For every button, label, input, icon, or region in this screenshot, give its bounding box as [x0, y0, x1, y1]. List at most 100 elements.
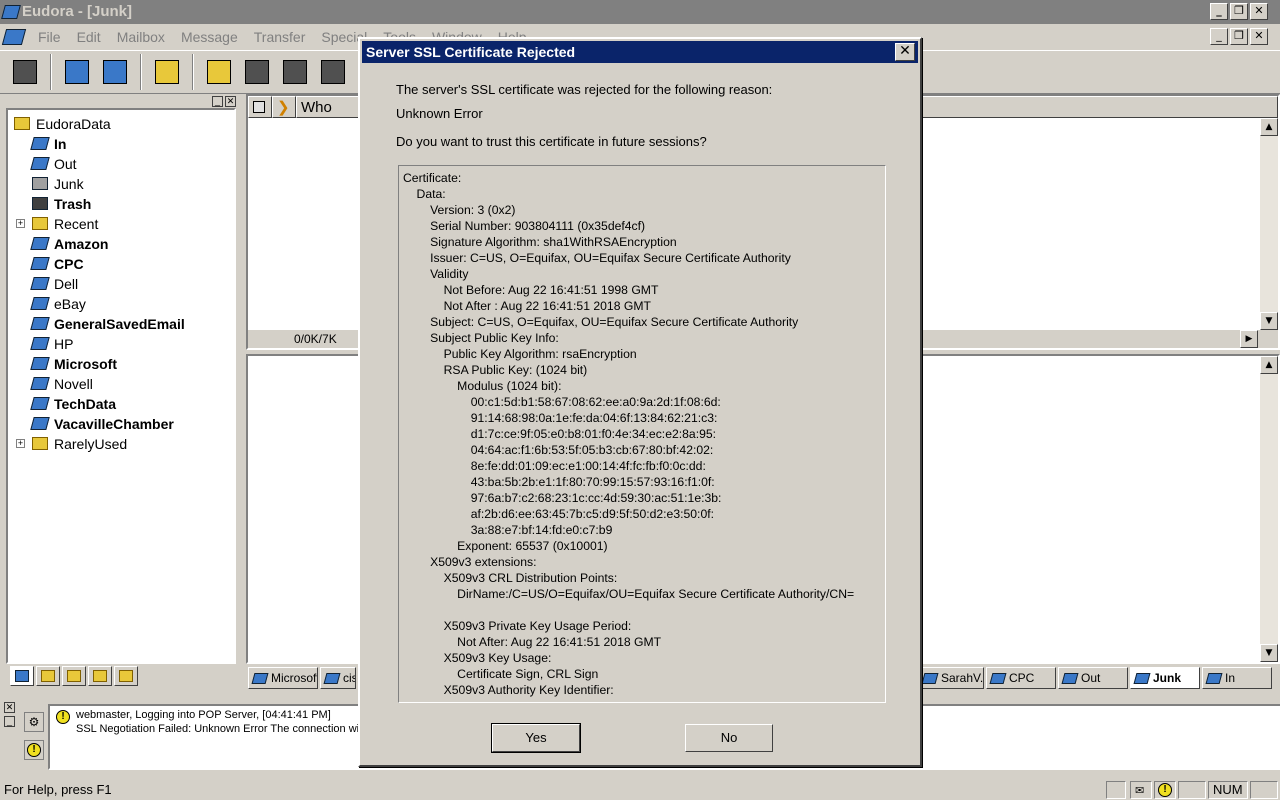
- tab-personalities[interactable]: [114, 666, 138, 686]
- certificate-line: Not After: Aug 22 16:41:51 2018 GMT: [403, 635, 662, 649]
- status-warning-cell[interactable]: !: [1154, 781, 1176, 799]
- mailbox-tab-label: CPC: [1009, 671, 1035, 685]
- certificate-details[interactable]: Certificate: Data: Version: 3 (0x2) Seri…: [398, 165, 886, 703]
- mailbox-icon: [30, 277, 50, 290]
- pane-close-button[interactable]: ✕: [225, 96, 236, 107]
- column-status[interactable]: [248, 96, 272, 118]
- status-column-icon: [253, 101, 265, 113]
- rejection-intro-text: The server's SSL certificate was rejecte…: [396, 82, 773, 97]
- trust-question-text: Do you want to trust this certificate in…: [396, 134, 707, 149]
- dialog-close-button[interactable]: ✕: [895, 43, 915, 61]
- preview-scrollbar[interactable]: ▲ ▼: [1260, 356, 1278, 662]
- tab-stationery[interactable]: [88, 666, 112, 686]
- doc-close-button[interactable]: ✕: [1250, 28, 1268, 45]
- scroll-down-button[interactable]: ▼: [1260, 312, 1278, 330]
- scroll-up-button[interactable]: ▲: [1260, 118, 1278, 136]
- mailbox-label: GeneralSavedEmail: [54, 316, 185, 332]
- mailbox-tab-cis[interactable]: cis: [320, 667, 356, 689]
- certificate-text: Certificate: Data: Version: 3 (0x2) Seri…: [403, 170, 854, 698]
- certificate-line: 04:64:ac:f1:6b:53:5f:05:b3:cb:67:80:bf:4…: [403, 443, 714, 457]
- expand-toggle[interactable]: +: [16, 219, 25, 228]
- mailbox-label: Recent: [54, 216, 99, 232]
- folder-pane-tabs: [10, 666, 138, 686]
- reply-button[interactable]: [240, 55, 274, 89]
- doc-minimize-button[interactable]: _: [1210, 28, 1228, 45]
- mailbox-tab-microsoft[interactable]: Microsoft: [248, 667, 318, 689]
- doc-restore-button[interactable]: ❐: [1230, 28, 1248, 45]
- preview-scroll-up-button[interactable]: ▲: [1260, 356, 1278, 374]
- menu-mailbox[interactable]: Mailbox: [109, 29, 173, 45]
- task-status-tab[interactable]: ⚙: [24, 712, 44, 732]
- mailbox-tab[interactable]: SarahV...: [918, 667, 984, 689]
- task-pane-close-button[interactable]: ✕: [4, 702, 15, 713]
- stationery-tab-icon: [93, 670, 107, 682]
- task-pane-minimize-button[interactable]: _: [4, 716, 15, 727]
- mailbox-tab[interactable]: Junk: [1130, 667, 1200, 689]
- mailbox-tab[interactable]: In: [1202, 667, 1272, 689]
- folder-icon: [14, 117, 30, 130]
- mailbox-tabs-right: SarahV... CPC Out Junk In: [918, 667, 1272, 689]
- reply-all-button[interactable]: [278, 55, 312, 89]
- message-list-scrollbar[interactable]: ▲ ▼: [1260, 118, 1278, 330]
- preview-scroll-down-button[interactable]: ▼: [1260, 644, 1278, 662]
- forward-icon: [321, 60, 345, 84]
- new-message-icon: [207, 60, 231, 84]
- tab-filemail[interactable]: [36, 666, 60, 686]
- new-message-button[interactable]: [202, 55, 236, 89]
- mailbox-icon: [323, 672, 341, 684]
- app-title-bar[interactable]: Eudora - [Junk] _ ❐ ✕: [0, 0, 1280, 24]
- mailbox-icon: [30, 337, 50, 350]
- mailbox-label: Junk: [54, 176, 84, 192]
- close-button[interactable]: ✕: [1250, 3, 1268, 20]
- mailbox-label: Out: [54, 156, 77, 172]
- restore-button[interactable]: ❐: [1230, 3, 1248, 20]
- mailbox-icon: [1205, 672, 1223, 684]
- toolbar-separator: [50, 54, 52, 90]
- check-mail-button[interactable]: [150, 55, 184, 89]
- dialog-title-bar[interactable]: Server SSL Certificate Rejected ✕: [362, 41, 918, 63]
- warning-icon: !: [27, 743, 41, 757]
- pane-minimize-button[interactable]: _: [212, 96, 223, 107]
- forward-button[interactable]: [316, 55, 350, 89]
- menu-message[interactable]: Message: [173, 29, 246, 45]
- certificate-line: af:2b:d6:ee:63:45:7b:c5:d9:5f:50:d2:e3:5…: [403, 507, 714, 521]
- no-button[interactable]: No: [685, 724, 773, 752]
- menu-edit[interactable]: Edit: [69, 29, 109, 45]
- mailbox-label: Amazon: [54, 236, 109, 252]
- column-priority[interactable]: ❯: [272, 96, 296, 118]
- certificate-line: X509v3 extensions:: [403, 555, 537, 569]
- outbox-icon: [103, 60, 127, 84]
- menu-transfer[interactable]: Transfer: [246, 29, 314, 45]
- yes-button[interactable]: Yes: [491, 723, 581, 753]
- tab-signatures[interactable]: [62, 666, 86, 686]
- certificate-line: Certificate:: [403, 171, 462, 185]
- reply-icon: [245, 60, 269, 84]
- mailbox-icon: [989, 672, 1007, 684]
- expand-toggle[interactable]: +: [16, 439, 25, 448]
- task-error-tab[interactable]: !: [24, 740, 44, 760]
- folder-icon: [32, 217, 48, 230]
- delete-button[interactable]: [8, 55, 42, 89]
- menu-file[interactable]: File: [30, 29, 69, 45]
- column-who-label: Who: [301, 98, 332, 116]
- document-menu-icon[interactable]: [1, 28, 27, 45]
- mailbox-tab-label: cis: [343, 671, 355, 685]
- open-outbox-button[interactable]: [98, 55, 132, 89]
- certificate-line: d1:7c:ce:9f:05:e0:b8:01:f0:4e:34:ec:e2:8…: [403, 427, 717, 441]
- mailbox-icon: [30, 357, 50, 370]
- mailbox-tab[interactable]: CPC: [986, 667, 1056, 689]
- mailbox-icon: [30, 417, 50, 430]
- status-cell-scroll: [1250, 781, 1278, 799]
- tab-mailboxes[interactable]: [10, 666, 34, 686]
- mailbox-tab[interactable]: Out: [1058, 667, 1128, 689]
- inbox-icon: [65, 60, 89, 84]
- scroll-right-button[interactable]: ▶: [1240, 330, 1258, 348]
- minimize-button[interactable]: _: [1210, 3, 1228, 20]
- open-inbox-button[interactable]: [60, 55, 94, 89]
- mailbox-label: TechData: [54, 396, 116, 412]
- mailbox-icon: [921, 672, 939, 684]
- mailbox-icon: [30, 297, 50, 310]
- certificate-line: X509v3 Authority Key Identifier:: [403, 683, 614, 697]
- status-mail-cell[interactable]: ✉: [1130, 781, 1152, 799]
- file-mail-tab-icon: [41, 670, 55, 682]
